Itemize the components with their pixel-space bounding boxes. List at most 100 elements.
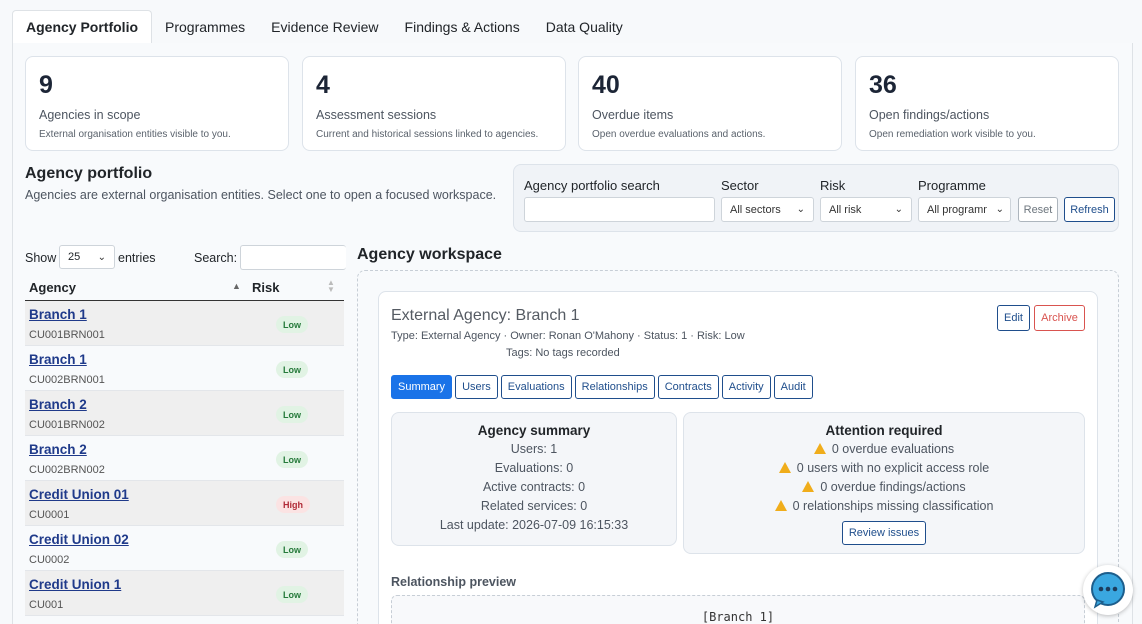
stat-value: 9	[39, 71, 53, 99]
table-row[interactable]: Branch 2 CU001BRN002 Low	[25, 391, 344, 436]
risk-select[interactable]: All risk ⌄	[820, 197, 912, 222]
table-row[interactable]: Branch 1 CU002BRN001 Low	[25, 346, 344, 391]
summary-users: Users: 1	[510, 442, 558, 456]
tab-agency-portfolio[interactable]: Agency Portfolio	[12, 10, 153, 44]
stat-value: 4	[316, 71, 330, 99]
table-row[interactable]: Credit Union 01 CU0001 High	[25, 481, 344, 526]
risk-badge: Low	[276, 406, 308, 423]
agency-summary-box: Agency summary Users: 1 Evaluations: 0 A…	[391, 412, 677, 546]
table-row[interactable]: Credit Union 1 CU001 Low	[25, 571, 344, 616]
agency-link[interactable]: Credit Union 1	[29, 577, 121, 592]
risk-badge: Low	[276, 586, 308, 603]
stat-value: 36	[869, 71, 897, 99]
programme-select-value: All programmes	[927, 203, 987, 216]
filter-panel: Agency portfolio search Sector All secto…	[513, 164, 1119, 232]
warning-icon	[802, 481, 815, 492]
stat-card-agencies: 9 Agencies in scope External organisatio…	[25, 56, 289, 151]
agency-link[interactable]: Branch 2	[29, 397, 87, 412]
agency-link[interactable]: Credit Union 02	[29, 532, 129, 547]
sector-select[interactable]: All sectors ⌄	[721, 197, 814, 222]
risk-badge: Low	[276, 361, 308, 378]
agency-code: CU0002	[29, 554, 70, 566]
page-size-value: 25	[68, 251, 81, 263]
column-header-risk[interactable]: Risk	[252, 280, 279, 295]
agency-meta: Type: External Agency · Owner: Ronan O'M…	[391, 330, 745, 342]
attention-item: 0 overdue evaluations	[831, 442, 955, 456]
chat-bubble-icon	[1091, 572, 1125, 609]
entries-label: entries	[118, 251, 156, 265]
table-row[interactable]: Branch 1 CU001BRN001 Low	[25, 301, 344, 346]
relationship-node: [Branch 1]	[701, 610, 775, 624]
tab-data-quality[interactable]: Data Quality	[533, 10, 636, 43]
tab-programmes[interactable]: Programmes	[152, 10, 258, 43]
attention-heading: Attention required	[825, 423, 943, 438]
summary-evaluations: Evaluations: 0	[494, 461, 574, 475]
page-size-select[interactable]: 25 ⌄	[59, 245, 115, 269]
subtab-users[interactable]: Users	[455, 375, 498, 399]
agency-tags: Tags: No tags recorded	[506, 347, 620, 359]
subtab-activity[interactable]: Activity	[721, 375, 771, 399]
main-tabs: Agency Portfolio Programmes Evidence Rev…	[12, 10, 1133, 44]
subtab-evaluations[interactable]: Evaluations	[500, 375, 572, 399]
stat-card-overdue: 40 Overdue items Open overdue evaluation…	[578, 56, 842, 151]
chevron-down-icon: ⌄	[995, 204, 1004, 215]
table-header: Agency ▲ Risk ▲ ▼	[25, 276, 344, 301]
workspace-subtabs: Summary Users Evaluations Relationships …	[391, 375, 813, 399]
table-row[interactable]: Credit Union 02 CU0002 Low	[25, 526, 344, 571]
agency-code: CU001BRN001	[29, 329, 105, 341]
programme-label: Programme	[918, 178, 986, 193]
stat-label: Open findings/actions	[869, 108, 990, 122]
risk-select-value: All risk	[829, 203, 862, 216]
agency-title: External Agency: Branch 1	[391, 307, 580, 324]
sector-select-value: All sectors	[730, 203, 781, 216]
agency-code: CU001BRN002	[29, 419, 105, 431]
subtab-contracts[interactable]: Contracts	[657, 375, 719, 399]
subtab-summary[interactable]: Summary	[391, 375, 453, 399]
workspace-title: Agency workspace	[357, 246, 502, 263]
chevron-down-icon: ⌄	[97, 251, 106, 263]
stat-label: Assessment sessions	[316, 108, 437, 122]
tab-findings-actions[interactable]: Findings & Actions	[392, 10, 533, 43]
sort-icon: ▲ ▼	[327, 278, 335, 294]
warning-icon	[774, 500, 787, 511]
risk-badge: High	[276, 496, 310, 513]
agency-code: CU0001	[29, 509, 70, 521]
risk-badge: Low	[276, 541, 308, 558]
refresh-button[interactable]: Refresh	[1064, 197, 1115, 222]
summary-services: Related services: 0	[480, 499, 588, 513]
summary-contracts: Active contracts: 0	[482, 480, 586, 494]
stat-label: Overdue items	[592, 108, 674, 122]
agency-link[interactable]: Credit Union 01	[29, 487, 129, 502]
chevron-down-icon: ⌄	[796, 204, 805, 215]
stat-card-findings: 36 Open findings/actions Open remediatio…	[855, 56, 1119, 151]
agency-link[interactable]: Branch 2	[29, 442, 87, 457]
tab-evidence-review[interactable]: Evidence Review	[258, 10, 391, 43]
risk-badge: Low	[276, 316, 308, 333]
table-search-input[interactable]	[240, 245, 346, 270]
review-issues-button[interactable]: Review issues	[841, 521, 927, 545]
stat-card-sessions: 4 Assessment sessions Current and histor…	[302, 56, 566, 151]
summary-last-update: Last update: 2026-07-09 16:15:33	[439, 518, 629, 532]
edit-button[interactable]: Edit	[997, 305, 1030, 331]
attention-item: 0 overdue findings/actions	[820, 480, 966, 494]
column-header-agency[interactable]: Agency	[29, 280, 76, 295]
search-label: Agency portfolio search	[524, 178, 660, 193]
subtab-audit[interactable]: Audit	[773, 375, 813, 399]
stat-description: Open remediation work visible to you.	[869, 129, 1036, 140]
portfolio-search-input[interactable]	[524, 197, 715, 222]
warning-icon	[813, 443, 826, 454]
table-row[interactable]: Branch 2 CU002BRN002 Low	[25, 436, 344, 481]
reset-button[interactable]: Reset	[1018, 197, 1058, 222]
summary-heading: Agency summary	[477, 423, 591, 438]
chat-button[interactable]	[1083, 565, 1133, 615]
subtab-relationships[interactable]: Relationships	[574, 375, 655, 399]
programme-select[interactable]: All programmes ⌄	[918, 197, 1011, 222]
agency-link[interactable]: Branch 1	[29, 352, 87, 367]
archive-button[interactable]: Archive	[1034, 305, 1085, 331]
agency-code: CU002BRN001	[29, 374, 105, 386]
stat-label: Agencies in scope	[39, 108, 141, 122]
agency-code: CU002BRN002	[29, 464, 105, 476]
agency-code: CU001	[29, 599, 64, 611]
agency-link[interactable]: Branch 1	[29, 307, 87, 322]
chevron-down-icon: ⌄	[894, 204, 903, 215]
